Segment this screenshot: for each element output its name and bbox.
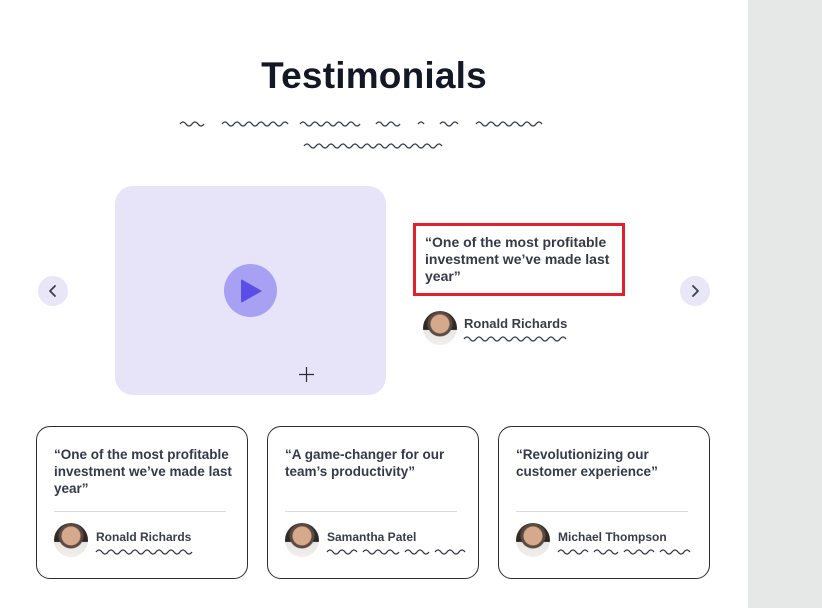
- testimonials-section: Testimonials “One of the most profitable…: [0, 0, 748, 608]
- card-author-title-scribble: [557, 549, 691, 555]
- play-icon: [241, 279, 262, 303]
- avatar: [285, 523, 319, 557]
- card-divider: [285, 511, 457, 512]
- card-author-name: Michael Thompson: [558, 530, 667, 544]
- avatar: [516, 523, 550, 557]
- chevron-right-icon: [692, 285, 699, 297]
- cursor-crosshair-icon: [299, 367, 314, 382]
- testimonial-card: “Revolutionizing our customer experience…: [498, 426, 710, 579]
- featured-author-name: Ronald Richards: [464, 316, 568, 331]
- avatar: [54, 523, 88, 557]
- card-divider: [516, 511, 688, 512]
- card-divider: [54, 511, 226, 512]
- featured-author-title-scribble: [463, 336, 567, 342]
- testimonial-card: “One of the most profitable investment w…: [36, 426, 248, 579]
- chevron-left-icon: [49, 285, 56, 297]
- card-author-name: Ronald Richards: [96, 530, 192, 544]
- card-quote: “A game-changer for our team’s productiv…: [285, 447, 445, 479]
- carousel-next-button[interactable]: [680, 276, 710, 306]
- card-author-title-scribble: [326, 549, 466, 555]
- play-button[interactable]: [224, 264, 277, 317]
- subtitle-scribble: [179, 121, 543, 149]
- avatar: [423, 311, 457, 345]
- card-author-name: Samantha Patel: [327, 530, 417, 544]
- featured-quote-text: “One of the most profitable investment w…: [425, 234, 610, 284]
- page-title: Testimonials: [261, 55, 487, 96]
- card-author-title-scribble: [95, 549, 193, 555]
- side-panel: [748, 0, 822, 608]
- card-quote: “Revolutionizing our customer experience…: [516, 447, 658, 479]
- carousel-prev-button[interactable]: [38, 276, 68, 306]
- testimonial-card: “A game-changer for our team’s productiv…: [267, 426, 479, 579]
- featured-quote-highlight: “One of the most profitable investment w…: [413, 223, 625, 296]
- card-quote: “One of the most profitable investment w…: [54, 447, 232, 496]
